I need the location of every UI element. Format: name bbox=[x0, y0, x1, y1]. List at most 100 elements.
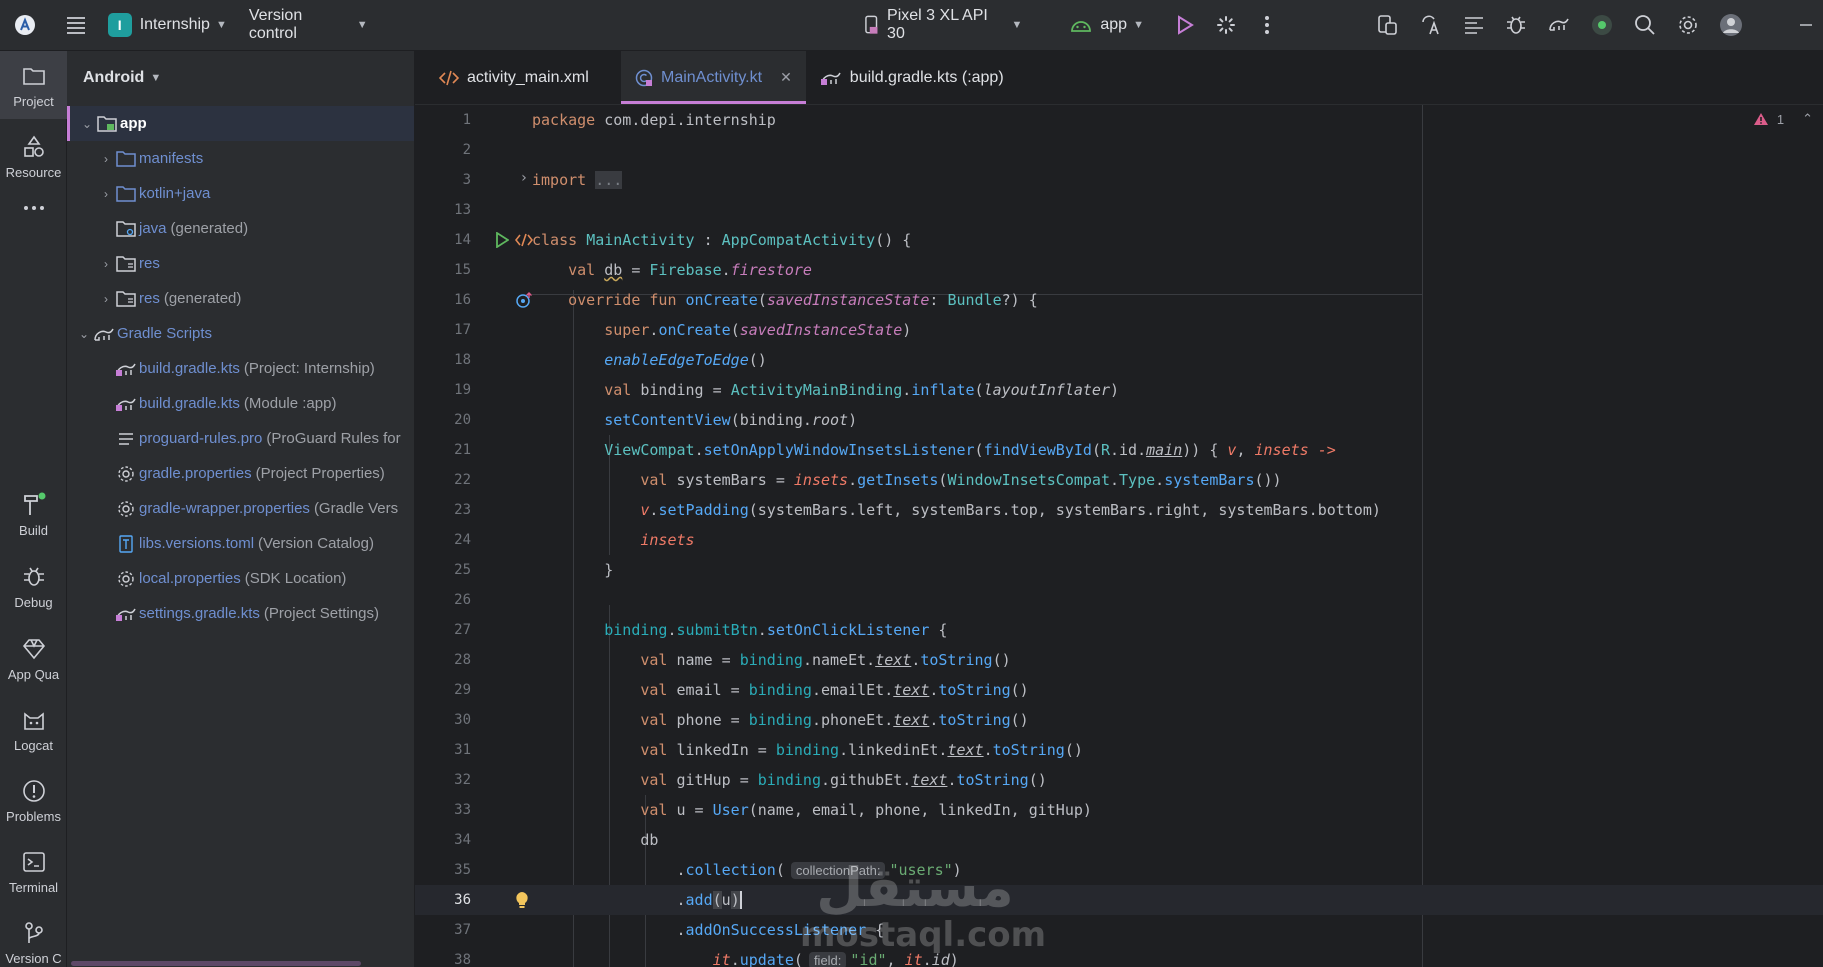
tree-item-build-gradle-module[interactable]: build.gradle.kts (Module :app) bbox=[67, 386, 414, 421]
tool-debug[interactable]: Debug bbox=[0, 553, 67, 619]
gear-icon bbox=[115, 464, 137, 484]
tree-item-label: manifests bbox=[139, 150, 204, 167]
layout-inspector-icon[interactable] bbox=[1456, 7, 1491, 43]
gradle-sync-icon[interactable] bbox=[1542, 7, 1577, 43]
tool-resource-manager[interactable]: Resource bbox=[0, 123, 67, 189]
tree-item-label: settings.gradle.kts bbox=[139, 605, 260, 622]
lightbulb-icon[interactable] bbox=[515, 891, 529, 909]
tree-item-res[interactable]: › res bbox=[67, 246, 414, 281]
minimize-icon[interactable] bbox=[1788, 7, 1823, 43]
chevron-right-icon[interactable]: › bbox=[97, 257, 115, 271]
tree-item-app[interactable]: ⌄ app bbox=[67, 106, 414, 141]
device-manager-icon[interactable] bbox=[1370, 7, 1405, 43]
device-name: Pixel 3 XL API 30 bbox=[887, 7, 988, 42]
tool-terminal[interactable]: Terminal bbox=[0, 838, 67, 904]
line-number: 24 bbox=[454, 532, 471, 548]
tree-item-kotlin-java[interactable]: › kotlin+java bbox=[67, 176, 414, 211]
run-gutter-icon[interactable] bbox=[495, 232, 509, 248]
project-switcher[interactable]: I Internship ▼ bbox=[102, 9, 233, 41]
horizontal-scrollbar[interactable] bbox=[71, 961, 361, 966]
folder-icon bbox=[20, 62, 48, 90]
tool-version-control[interactable]: Version C bbox=[0, 909, 67, 967]
tree-item-label: Gradle Scripts bbox=[117, 325, 213, 342]
tree-item-manifests[interactable]: › manifests bbox=[67, 141, 414, 176]
chevron-down-icon[interactable]: ⌄ bbox=[78, 117, 96, 131]
chevron-down-icon: ▼ bbox=[1011, 19, 1023, 31]
tool-logcat[interactable]: Logcat bbox=[0, 696, 67, 762]
tool-more[interactable] bbox=[0, 185, 67, 235]
tab-label: MainActivity.kt bbox=[661, 68, 763, 86]
project-view-selector[interactable]: Android ▼ bbox=[67, 51, 414, 105]
translate-icon[interactable] bbox=[1413, 7, 1448, 43]
fold-toggle-icon[interactable]: › bbox=[520, 170, 528, 186]
code-editor[interactable]: 1 package com.depi.internship 2 3 › impo… bbox=[415, 105, 1823, 967]
text-file-icon bbox=[115, 429, 137, 449]
chevron-down-icon: ▼ bbox=[356, 19, 368, 31]
tree-item-gradle-wrapper-properties[interactable]: gradle-wrapper.properties (Gradle Vers bbox=[67, 491, 414, 526]
android-studio-logo-icon[interactable] bbox=[8, 7, 43, 43]
tab-activity-main-xml[interactable]: activity_main.xml bbox=[425, 51, 605, 104]
tree-item-build-gradle-project[interactable]: build.gradle.kts (Project: Internship) bbox=[67, 351, 414, 386]
tool-label: App Qua bbox=[7, 666, 60, 682]
line-number: 16 bbox=[454, 292, 471, 308]
tool-build[interactable]: Build bbox=[0, 481, 67, 547]
tree-item-java-generated[interactable]: java (generated) bbox=[67, 211, 414, 246]
main-menu-icon[interactable] bbox=[59, 7, 94, 43]
tree-item-hint: (Project: Internship) bbox=[243, 360, 375, 377]
project-view-mode: Android bbox=[83, 69, 145, 86]
android-icon bbox=[1071, 21, 1092, 32]
vcs-switcher[interactable]: Version control ▼ bbox=[243, 7, 374, 42]
line-number: 28 bbox=[454, 652, 471, 668]
tree-item-libs-versions-toml[interactable]: libs.versions.toml (Version Catalog) bbox=[67, 526, 414, 561]
tree-item-hint: (Version Catalog) bbox=[258, 535, 374, 552]
chevron-right-icon[interactable]: › bbox=[97, 187, 115, 201]
tool-app-quality[interactable]: App Qua bbox=[0, 625, 67, 691]
device-selector[interactable]: Pixel 3 XL API 30 ▼ bbox=[858, 7, 1029, 42]
resource-folder-icon bbox=[115, 254, 137, 274]
gemini-status-icon[interactable] bbox=[1585, 7, 1620, 43]
avatar[interactable] bbox=[1713, 7, 1748, 43]
chevron-down-icon[interactable]: ⌄ bbox=[75, 327, 93, 341]
tree-item-res-generated[interactable]: › res (generated) bbox=[67, 281, 414, 316]
more-vertical-icon[interactable] bbox=[1250, 7, 1285, 43]
line-number: 1 bbox=[462, 112, 471, 128]
tree-item-local-properties[interactable]: local.properties (SDK Location) bbox=[67, 561, 414, 596]
xml-layout-gutter-icon[interactable] bbox=[515, 233, 533, 247]
gear-icon[interactable] bbox=[1670, 7, 1705, 43]
line-number: 25 bbox=[454, 562, 471, 578]
module-folder-icon bbox=[96, 114, 118, 134]
apply-changes-icon[interactable] bbox=[1209, 7, 1244, 43]
override-gutter-icon[interactable] bbox=[515, 291, 533, 309]
chevron-right-icon[interactable]: › bbox=[97, 292, 115, 306]
tool-problems[interactable]: Problems bbox=[0, 767, 67, 833]
folder-icon bbox=[115, 149, 137, 169]
line-number: 37 bbox=[454, 922, 471, 938]
tree-item-hint: (generated) bbox=[170, 220, 249, 237]
search-icon[interactable] bbox=[1628, 7, 1663, 43]
code-line: 19 val binding = ActivityMainBinding.inf… bbox=[415, 375, 1823, 405]
bug-icon[interactable] bbox=[1499, 7, 1534, 43]
tool-project[interactable]: Project bbox=[0, 51, 67, 119]
chevron-right-icon[interactable]: › bbox=[97, 152, 115, 166]
line-number: 3 bbox=[462, 172, 471, 188]
line-number: 32 bbox=[454, 772, 471, 788]
tree-item-gradle-properties[interactable]: gradle.properties (Project Properties) bbox=[67, 456, 414, 491]
line-number: 30 bbox=[454, 712, 471, 728]
tab-label: activity_main.xml bbox=[467, 68, 589, 86]
tree-item-proguard-rules[interactable]: proguard-rules.pro (ProGuard Rules for bbox=[67, 421, 414, 456]
run-config-selector[interactable]: app ▼ bbox=[1064, 9, 1150, 41]
diamond-icon bbox=[20, 635, 48, 663]
code-line: 33 val u = User(name, email, phone, link… bbox=[415, 795, 1823, 825]
tab-main-activity-kt[interactable]: MainActivity.kt ✕ bbox=[621, 51, 806, 104]
tab-build-gradle-app[interactable]: build.gradle.kts (:app) bbox=[806, 51, 1018, 104]
tree-item-gradle-scripts[interactable]: ⌄ Gradle Scripts bbox=[67, 316, 414, 351]
tree-item-label: libs.versions.toml bbox=[139, 535, 255, 552]
line-number: 19 bbox=[454, 382, 471, 398]
tool-window-strip: Project Resource Build Debug App Qua Log… bbox=[0, 51, 67, 967]
tool-label: Resource bbox=[5, 164, 62, 180]
tree-item-hint: (Project Properties) bbox=[255, 465, 385, 482]
close-icon[interactable]: ✕ bbox=[780, 69, 792, 86]
run-icon[interactable] bbox=[1168, 7, 1203, 43]
tree-item-settings-gradle[interactable]: settings.gradle.kts (Project Settings) bbox=[67, 596, 414, 631]
code-line: 38 it.update(field: "id", it.id) bbox=[415, 945, 1823, 967]
